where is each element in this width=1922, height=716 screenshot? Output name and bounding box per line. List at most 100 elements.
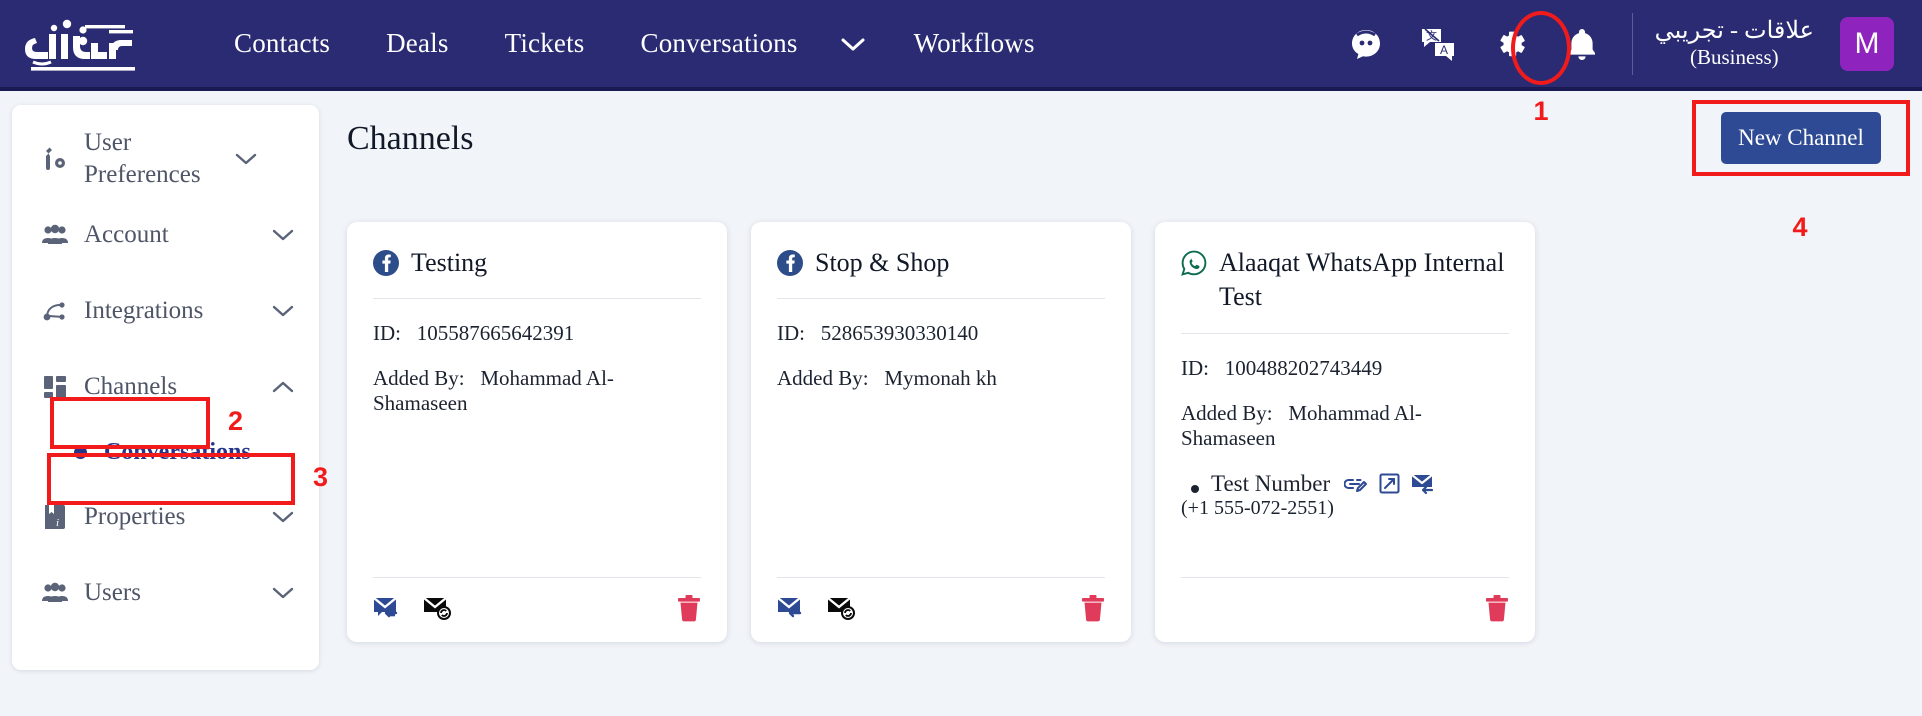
- sidebar-item-label: Users: [84, 579, 141, 606]
- sidebar-item-users[interactable]: Users: [12, 555, 319, 631]
- sidebar-item-user-preferences[interactable]: User Preferences: [12, 121, 319, 197]
- channel-name: Alaaqat WhatsApp Internal Test: [1219, 248, 1505, 312]
- channel-added-by-row: Added By: Mohammad Al-Shamaseen: [1181, 401, 1509, 451]
- channel-id-row: ID: 528653930330140: [777, 321, 1105, 346]
- nav-item-deals[interactable]: Deals: [358, 22, 476, 65]
- channel-card[interactable]: Testing ID: 105587665642391 Added By: Mo…: [347, 222, 727, 642]
- channel-added-by-row: Added By: Mymonah kh: [777, 366, 1105, 391]
- top-nav-right-cluster: 文 A علاقات - تجريبي (Business) M: [1330, 0, 1922, 89]
- channel-id-label: ID:: [373, 321, 401, 346]
- phone-number-row: Test Number (+1 555-072-2551): [1181, 471, 1509, 520]
- sidebar-item-label: Integrations: [84, 297, 204, 324]
- divider: [777, 577, 1105, 578]
- avatar[interactable]: M: [1840, 16, 1894, 71]
- new-channel-button[interactable]: New Channel: [1721, 112, 1881, 164]
- sidebar-subitem-label: Conversations: [104, 438, 251, 465]
- sidebar-item-label: User Preferences: [84, 129, 201, 188]
- link-edit-icon[interactable]: [1344, 474, 1368, 494]
- chevron-down-icon[interactable]: [271, 586, 295, 600]
- grid-icon: [38, 375, 72, 399]
- people-icon: [38, 582, 72, 604]
- annotation-number-3: 3: [313, 462, 329, 492]
- channel-id-row: ID: 105587665642391: [373, 321, 701, 346]
- divider: [1181, 577, 1509, 578]
- channel-id-label: ID:: [777, 321, 805, 346]
- chevron-down-icon[interactable]: [826, 36, 886, 52]
- chevron-down-icon[interactable]: [271, 304, 295, 318]
- app-logo[interactable]: [0, 0, 168, 89]
- gear-icon[interactable]: [1483, 17, 1537, 71]
- organization-type: (Business): [1689, 45, 1779, 70]
- channel-added-by-label: Added By:: [373, 366, 465, 391]
- sidebar-item-channels[interactable]: Channels: [12, 349, 319, 425]
- annotation-number-1: 1: [1533, 96, 1549, 126]
- people-icon: [38, 224, 72, 246]
- whatsapp-icon: [1181, 250, 1207, 276]
- sidebar-item-label: Channels: [84, 373, 178, 400]
- card-actions: [373, 594, 701, 622]
- svg-text:A: A: [1440, 43, 1448, 57]
- divider: [1631, 12, 1633, 75]
- chat-bot-icon[interactable]: [1339, 17, 1393, 71]
- channel-name: Stop & Shop: [815, 248, 950, 277]
- organization-info[interactable]: علاقات - تجريبي (Business): [1641, 17, 1828, 71]
- chevron-down-icon[interactable]: [234, 152, 258, 166]
- sidebar-item-label: Properties: [84, 503, 186, 530]
- organization-name: علاقات - تجريبي: [1654, 17, 1814, 44]
- channel-card[interactable]: Stop & Shop ID: 528653930330140 Added By…: [751, 222, 1131, 642]
- nav-item-tickets[interactable]: Tickets: [477, 22, 613, 65]
- channel-added-by-label: Added By:: [777, 366, 869, 391]
- mail-reply-icon[interactable]: [777, 595, 807, 621]
- translate-icon[interactable]: 文 A: [1411, 17, 1465, 71]
- channel-name: Testing: [411, 248, 488, 277]
- nav-item-workflows[interactable]: Workflows: [886, 22, 1063, 65]
- mail-sync-icon[interactable]: [423, 595, 453, 621]
- annotation-number-2: 2: [228, 406, 244, 436]
- card-body: ID: 100488202743449 Added By: Mohammad A…: [1181, 334, 1509, 577]
- settings-sidebar: User Preferences Account Integrations Ch…: [12, 105, 319, 670]
- sidebar-item-integrations[interactable]: Integrations: [12, 273, 319, 349]
- divider: [373, 577, 701, 578]
- facebook-icon: [777, 250, 803, 276]
- sidebar-item-conversations[interactable]: Conversations: [12, 425, 319, 479]
- nav-item-contacts[interactable]: Contacts: [206, 22, 358, 65]
- mail-reply-icon[interactable]: [1411, 473, 1437, 495]
- card-header: Stop & Shop: [777, 246, 1105, 280]
- card-body: ID: 105587665642391 Added By: Mohammad A…: [373, 299, 701, 577]
- channel-card[interactable]: Alaaqat WhatsApp Internal Test ID: 10048…: [1155, 222, 1535, 642]
- bullet-icon: [74, 445, 87, 459]
- page-title: Channels: [347, 120, 474, 157]
- channel-added-by-label: Added By:: [1181, 400, 1273, 425]
- channel-added-by-row: Added By: Mohammad Al-Shamaseen: [373, 366, 701, 416]
- book-info-icon: i: [38, 504, 72, 530]
- edit-square-icon[interactable]: [1379, 473, 1400, 494]
- nav-item-conversations[interactable]: Conversations: [613, 22, 826, 65]
- facebook-icon: [373, 250, 399, 276]
- top-navigation-bar: Contacts Deals Tickets Conversations Wor…: [0, 0, 1922, 91]
- chevron-down-icon[interactable]: [271, 510, 295, 524]
- phone-actions: [1344, 473, 1437, 495]
- app-root: Contacts Deals Tickets Conversations Wor…: [0, 0, 1922, 716]
- sidebar-item-account[interactable]: Account: [12, 197, 319, 273]
- svg-text:i: i: [56, 517, 59, 529]
- annotation-number-4: 4: [1792, 212, 1808, 242]
- mail-reply-icon[interactable]: [373, 595, 403, 621]
- trash-icon[interactable]: [1081, 594, 1105, 622]
- phone-number: (+1 555-072-2551): [1181, 496, 1334, 519]
- card-actions: [1181, 594, 1509, 622]
- wrench-gear-icon: [38, 146, 72, 172]
- channel-cards-list: Testing ID: 105587665642391 Added By: Mo…: [347, 222, 1535, 642]
- bell-icon[interactable]: [1555, 17, 1609, 71]
- channel-id-value: 528653930330140: [820, 321, 979, 346]
- sidebar-item-label: Account: [84, 221, 169, 248]
- card-header: Alaaqat WhatsApp Internal Test: [1181, 246, 1509, 315]
- mail-sync-icon[interactable]: [827, 595, 857, 621]
- chevron-up-icon[interactable]: [271, 380, 295, 394]
- channel-id-value: 105587665642391: [416, 321, 575, 346]
- channel-id-row: ID: 100488202743449: [1181, 356, 1509, 381]
- phone-label: Test Number: [1211, 470, 1331, 496]
- sidebar-item-properties[interactable]: i Properties: [12, 479, 319, 555]
- trash-icon[interactable]: [677, 594, 701, 622]
- trash-icon[interactable]: [1485, 594, 1509, 622]
- chevron-down-icon[interactable]: [271, 228, 295, 242]
